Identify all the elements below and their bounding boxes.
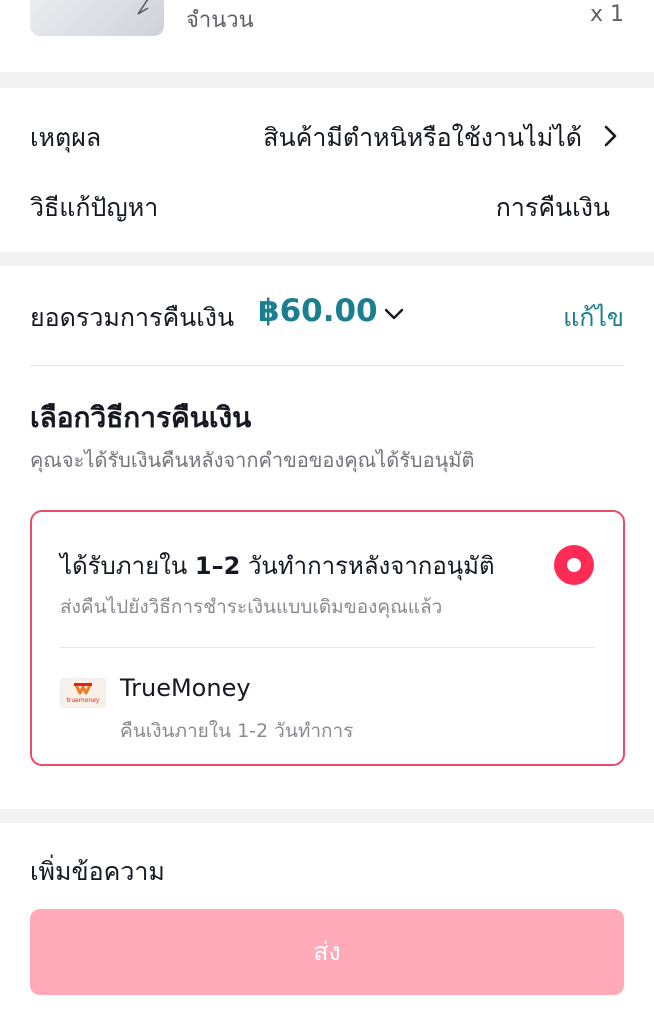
edit-refund-link[interactable]: แก้ไข: [563, 298, 624, 338]
divider: [30, 365, 624, 366]
provider-note: คืนเงินภายใน 1-2 วันทำการ: [120, 720, 354, 742]
refund-option-subtitle: ส่งคืนไปยังวิธีการชำระเงินแบบเดิมของคุณแ…: [60, 596, 443, 618]
return-details: เหตุผล สินค้ามีตำหนิหรือใช้งานไม่ได้ วิธ…: [0, 88, 654, 252]
divider: [60, 647, 595, 648]
refund-method-subtitle: คุณจะได้รับเงินคืนหลังจากคำขอของคุณได้รั…: [30, 448, 475, 472]
solution-value: การคืนเงิน: [495, 193, 610, 222]
refund-option-card[interactable]: ได้รับภายใน 1–2 วันทำการหลังจากอนุมัติ ส…: [30, 510, 625, 766]
solution-label: วิธีแก้ปัญหา: [30, 193, 159, 222]
reason-value[interactable]: สินค้ามีตำหนิหรือใช้งานไม่ได้: [263, 118, 582, 158]
refund-option-title: ได้รับภายใน 1–2 วันทำการหลังจากอนุมัติ: [60, 552, 495, 580]
section-separator: [0, 252, 654, 266]
chevron-right-icon[interactable]: [603, 124, 619, 148]
reason-label: เหตุผล: [30, 123, 102, 152]
product-thumbnail: [30, 0, 164, 36]
provider-name: TrueMoney: [120, 674, 251, 702]
truemoney-logo-icon: truemoney: [60, 678, 106, 708]
quantity-value: x 1: [589, 2, 624, 27]
refund-method-title: เลือกวิธีการคืนเงิน: [30, 401, 252, 434]
section-separator: [0, 809, 654, 823]
product-summary: จำนวน x 1: [0, 0, 654, 72]
add-note-field[interactable]: เพิ่มข้อความ: [30, 852, 165, 892]
radio-selected-icon[interactable]: [554, 545, 594, 585]
quantity-label: จำนวน: [186, 8, 254, 33]
product-image-detail: [137, 0, 149, 15]
chevron-down-icon[interactable]: [382, 302, 406, 326]
send-button[interactable]: ส่ง: [30, 909, 624, 995]
section-separator: [0, 72, 654, 88]
svg-text:truemoney: truemoney: [67, 697, 100, 704]
refund-total-amount[interactable]: ฿60.00: [258, 293, 378, 329]
refund-total-label: ยอดรวมการคืนเงิน: [30, 303, 235, 332]
